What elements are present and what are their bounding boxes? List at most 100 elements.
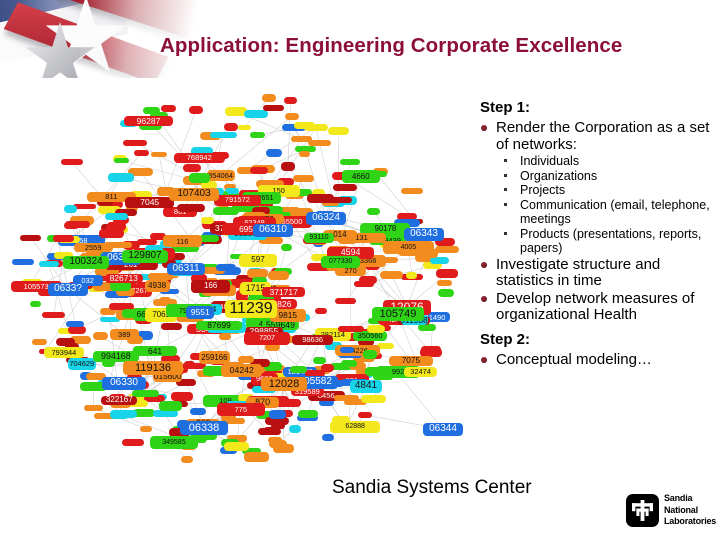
network-node (180, 456, 194, 463)
network-node (325, 196, 352, 204)
network-node (38, 260, 59, 268)
network-node (250, 167, 269, 174)
page-title: Application: Engineering Corporate Excel… (160, 34, 623, 57)
network-node (289, 425, 302, 433)
bullet-text: Render the Corporation as a set of netwo… (496, 119, 710, 153)
network-node (284, 112, 299, 120)
network-node (152, 410, 178, 417)
bullet-text: Develop network measures of organization… (496, 289, 695, 323)
network-node (99, 229, 124, 239)
network-node (308, 139, 332, 146)
network-node (297, 409, 319, 419)
network-node: 371717 (261, 286, 306, 298)
sub-bullet-text: Individuals (520, 154, 580, 168)
network-node (20, 234, 42, 242)
network-node: 7075 (389, 355, 433, 366)
network-node (417, 324, 437, 332)
network-node (357, 411, 372, 418)
network-node (293, 121, 315, 129)
network-node: 119136 (123, 361, 183, 375)
network-node (140, 425, 153, 432)
sub-bullet-item: Organizations (496, 169, 716, 184)
network-node (361, 395, 386, 403)
network-node: 116 (162, 235, 203, 248)
network-node: 4660 (341, 170, 380, 184)
network-node: 96287 (124, 116, 173, 126)
network-node (31, 339, 48, 345)
bullet-marker-icon (481, 295, 487, 302)
network-node (92, 332, 108, 341)
network-node (41, 311, 66, 318)
sub-bullet-text: Communication (email, telephone, meeting… (520, 197, 710, 227)
network-node: 129807 (122, 249, 168, 263)
network-node: 93110 (304, 232, 335, 243)
network-node (268, 409, 287, 419)
network-node: 7207 (243, 331, 291, 345)
network-node (171, 391, 193, 401)
network-node: 06330 (102, 376, 146, 390)
sub-bullet-text: Projects (520, 183, 566, 197)
network-node: 98636 (292, 334, 333, 345)
network-node: 06338 (180, 421, 228, 435)
network-node (176, 203, 205, 213)
network-node (60, 158, 83, 165)
network-node (183, 163, 202, 173)
network-node: 9551 (186, 305, 215, 319)
network-node: 389 (109, 329, 139, 341)
network-node (359, 275, 378, 285)
network-node (406, 272, 418, 279)
bullet-item: Render the Corporation as a set of netwo… (480, 119, 716, 256)
network-node (290, 366, 308, 373)
network-node (161, 322, 183, 330)
network-node (30, 301, 42, 308)
network-node (298, 151, 311, 158)
bullet-item: Develop network measures of organization… (480, 289, 716, 324)
sandia-national-laboratories-logo: Sandia National Laboratories (626, 493, 716, 529)
network-node (63, 204, 77, 214)
network-node (366, 324, 386, 333)
footer-title: Sandia Systems Center (332, 477, 532, 498)
network-node: 06310 (253, 223, 293, 237)
network-node (209, 131, 238, 139)
network-node (380, 271, 403, 279)
network-node: 793944 (43, 346, 85, 359)
network-node (434, 245, 460, 254)
network-node: 704629 (67, 358, 96, 370)
sandia-thunderbird-icon (626, 494, 659, 527)
network-node (261, 93, 276, 102)
sub-bullet-item: Communication (email, telephone, meeting… (496, 198, 716, 227)
sub-bullet-marker-icon (504, 159, 507, 162)
network-node (133, 150, 149, 157)
sub-bullet-item: Projects (496, 183, 716, 198)
logo-line-2: National (664, 504, 698, 515)
network-node: 349585 (149, 435, 198, 450)
network-node (333, 183, 358, 192)
sub-bullet-marker-icon (504, 202, 507, 206)
network-node: 0633? (48, 282, 88, 296)
network-node: 11239 (225, 300, 277, 318)
thunderbird-glyph (632, 500, 653, 521)
network-node (435, 268, 459, 279)
network-node (224, 442, 250, 451)
network-node: 06344 (423, 422, 463, 436)
network-node (293, 174, 315, 183)
network-node: 775 (216, 403, 265, 416)
network-node: 597 (238, 253, 277, 267)
network-node: 62888 (330, 420, 381, 433)
sandia-wordmark: Sandia National Laboratories (664, 493, 716, 528)
network-node (223, 122, 238, 132)
network-node (249, 132, 266, 139)
network-node (189, 173, 210, 183)
network-node (334, 394, 359, 401)
network-node (335, 297, 356, 305)
network-node (110, 410, 129, 419)
network-node (401, 188, 423, 194)
network-node (121, 438, 145, 446)
network-node (188, 106, 203, 115)
logo-line-1: Sandia (664, 493, 693, 503)
network-node (151, 151, 167, 158)
network-node (238, 356, 254, 364)
network-node (189, 407, 207, 415)
network-node (436, 279, 452, 287)
network-node (216, 264, 237, 271)
